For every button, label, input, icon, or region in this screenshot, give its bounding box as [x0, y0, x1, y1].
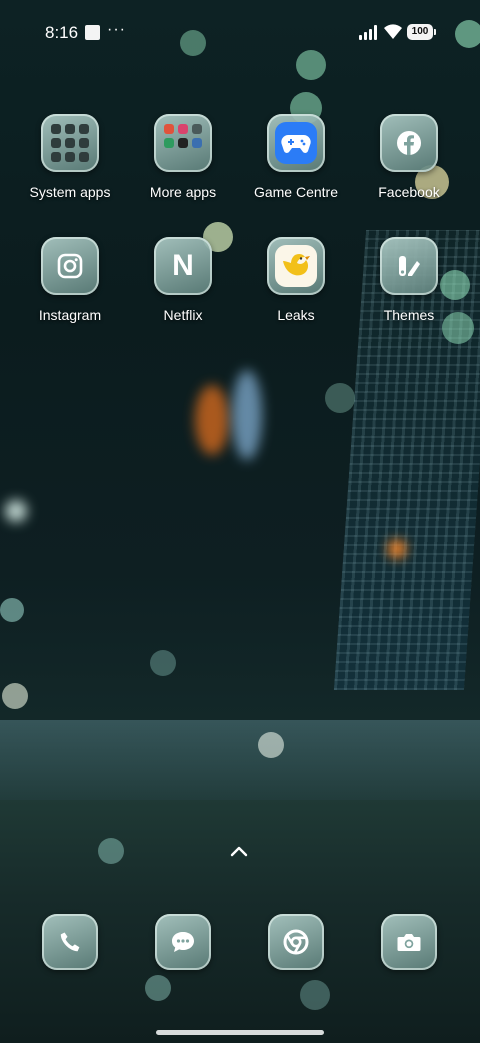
wallpaper-light-blue: [232, 370, 262, 460]
folder-icon: [41, 114, 99, 172]
bokeh: [300, 980, 330, 1010]
app-themes[interactable]: Themes: [353, 237, 465, 323]
bokeh: [145, 975, 171, 1001]
dock-messages[interactable]: [127, 914, 239, 970]
app-system-apps-folder[interactable]: System apps: [14, 114, 126, 200]
app-game-centre[interactable]: Game Centre: [240, 114, 352, 200]
status-bar: 8:16 ··· 100: [0, 0, 480, 64]
phone-icon: [42, 914, 98, 970]
app-netflix[interactable]: N Netflix: [127, 237, 239, 323]
dock-camera[interactable]: [353, 914, 465, 970]
wifi-icon: [384, 24, 402, 39]
wallpaper-light-street: [388, 540, 406, 558]
folder-icon: [154, 114, 212, 172]
wallpaper-lamp: [5, 500, 27, 522]
battery-indicator: 100: [407, 24, 436, 40]
message-icon: [155, 914, 211, 970]
notification-icon: [85, 25, 100, 40]
app-label: More apps: [149, 184, 217, 200]
app-leaks[interactable]: Leaks: [240, 237, 352, 323]
app-label: System apps: [29, 184, 111, 200]
app-label: Themes: [383, 307, 435, 323]
cellular-signal-icon: [359, 25, 379, 40]
wallpaper-street: [0, 720, 480, 800]
bokeh: [98, 838, 124, 864]
bokeh: [258, 732, 284, 758]
bokeh: [325, 383, 355, 413]
instagram-icon: [41, 237, 99, 295]
dock-chrome[interactable]: [240, 914, 352, 970]
app-label: Instagram: [38, 307, 102, 323]
dock-phone[interactable]: [14, 914, 126, 970]
netflix-icon: N: [154, 237, 212, 295]
app-instagram[interactable]: Instagram: [14, 237, 126, 323]
netflix-glyph: N: [172, 249, 194, 282]
status-time: 8:16: [45, 23, 79, 42]
camera-icon: [381, 914, 437, 970]
bokeh: [2, 683, 28, 709]
gamepad-icon: [267, 114, 325, 172]
app-label: Game Centre: [253, 184, 339, 200]
app-label: Facebook: [378, 184, 440, 200]
bokeh: [0, 598, 24, 622]
app-label: Leaks: [277, 307, 315, 323]
chrome-icon: [268, 914, 324, 970]
bokeh: [150, 650, 176, 676]
themes-icon: [380, 237, 438, 295]
chevron-up-icon[interactable]: [228, 843, 250, 859]
home-indicator[interactable]: [156, 1030, 324, 1035]
wallpaper-light-orange: [195, 385, 229, 455]
app-label: Netflix: [163, 307, 203, 323]
app-more-apps-folder[interactable]: More apps: [127, 114, 239, 200]
bird-icon: [267, 237, 325, 295]
more-notifications-indicator: ···: [107, 21, 126, 38]
app-facebook[interactable]: Facebook: [353, 114, 465, 200]
facebook-icon: [380, 114, 438, 172]
